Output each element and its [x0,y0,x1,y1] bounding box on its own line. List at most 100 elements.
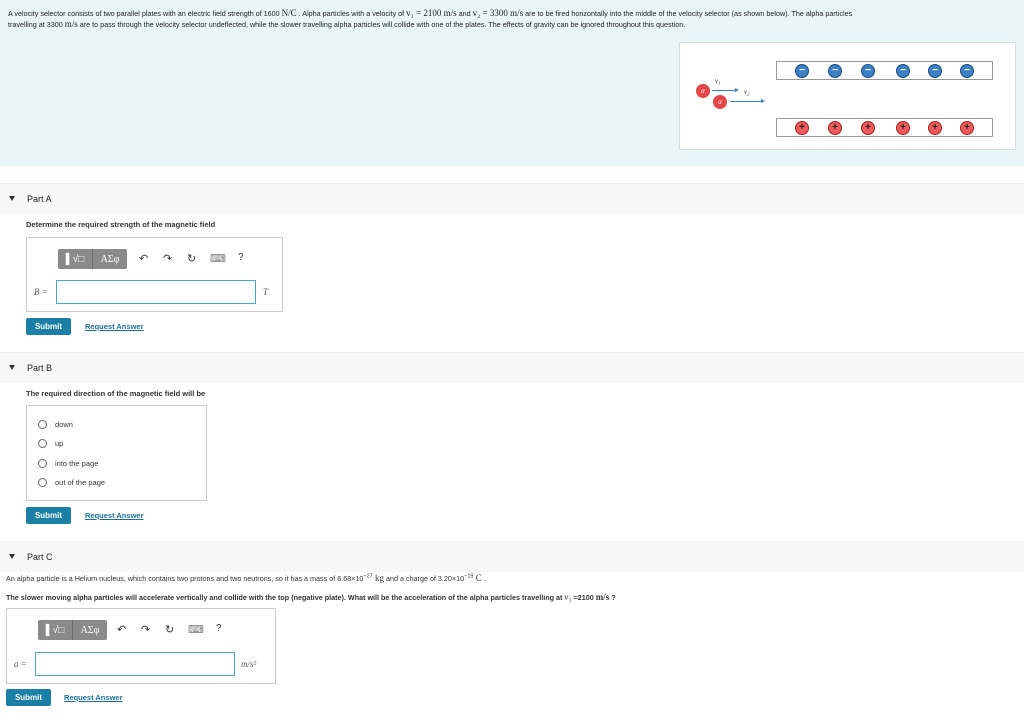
intro-text-part: . Alpha particles with a velocity of [296,9,407,18]
option-label: up [55,438,64,448]
v1-expression: v₁ = 2100 m/s [406,8,457,18]
part-a-request-answer-link[interactable]: Request Answer [85,322,144,331]
part-c-question-text: The slower moving alpha particles will a… [6,593,565,602]
intro-text: A velocity selector consists of two para… [8,8,1018,30]
part-c-answer-editor: ▌√□ ΑΣφ ↶ ↷ ↻ ⌨ ? a = m/s² [6,608,276,684]
problem-intro: A velocity selector consists of two para… [0,0,1024,166]
negative-charge-icon: − [795,64,809,78]
option-down[interactable]: down [38,418,73,430]
keyboard-icon[interactable]: ⌨ [188,623,204,636]
part-c-info-text: . [481,574,486,583]
intro-text-part: and [456,9,473,18]
symbols-button[interactable]: ΑΣφ [93,249,127,269]
templates-button[interactable]: ▌√□ [58,249,93,269]
v1-label: v₁ [715,77,721,85]
negative-charge-icon: − [861,64,875,78]
part-b-title: Part B [27,363,53,373]
part-c-variable-label: a = [14,659,27,669]
option-label: into the page [55,458,99,468]
speed-unit: m/s [595,592,610,602]
v2-arrow-icon [730,99,765,103]
part-b-options: down up into the page out of the page [26,405,207,501]
part-a-submit-button[interactable]: Submit [26,318,71,335]
help-icon[interactable]: ? [238,252,244,263]
part-c-toolbar-buttons: ▌√□ ΑΣφ [38,620,107,640]
keyboard-icon[interactable]: ⌨ [210,252,226,265]
part-a-variable-label: B = [34,287,48,297]
radio-button[interactable] [38,458,47,468]
v2-expression: v₂ = 3300 m/s [472,8,524,18]
radio-button[interactable] [38,419,47,429]
option-out-of-the-page[interactable]: out of the page [38,476,105,488]
part-a-header[interactable]: Part A [0,183,1024,214]
part-c-info-text: and a charge of 3.20×10 [383,574,465,583]
intro-text-part: A velocity selector consists of two para… [8,9,282,18]
redo-icon[interactable]: ↷ [163,252,172,265]
symbols-button[interactable]: ΑΣφ [73,620,107,640]
templates-button[interactable]: ▌√□ [38,620,73,640]
option-into-the-page[interactable]: into the page [38,457,98,469]
positive-charge-icon: + [928,121,942,135]
part-b-question: The required direction of the magnetic f… [26,389,206,398]
option-label: down [55,419,73,429]
radio-button[interactable] [38,438,47,448]
negative-plate: − − − − − − [776,61,993,80]
velocity-selector-figure: − − − − − − + + + + + + α α v₁ v₂ [679,42,1016,150]
undo-icon[interactable]: ↶ [139,252,148,265]
part-c-info-text: An alpha particle is a Helium nucleus, w… [6,574,364,583]
undo-icon[interactable]: ↶ [117,623,126,636]
positive-charge-icon: + [861,121,875,135]
caret-down-icon[interactable] [9,554,15,559]
v1-arrow-icon [712,88,739,92]
alpha-particle-1: α [696,84,710,98]
part-c-answer-input[interactable] [35,652,235,676]
mass-unit: kg [372,573,384,583]
part-c-question: The slower moving alpha particles will a… [6,592,616,602]
part-c-title: Part C [27,552,53,562]
option-label: out of the page [55,477,106,487]
speed-unit: m/s [64,19,78,29]
part-c-submit-button[interactable]: Submit [6,689,51,706]
part-c-header[interactable]: Part C [0,541,1024,572]
caret-down-icon[interactable] [9,365,15,370]
part-c-question-text: =2100 [571,593,596,602]
part-c-info: An alpha particle is a Helium nucleus, w… [6,573,486,583]
v1-symbol: v₁ [564,592,572,602]
part-a-answer-editor: ▌√□ ΑΣφ ↶ ↷ ↻ ⌨ ? B = T [26,237,283,312]
reset-icon[interactable]: ↻ [165,623,174,636]
part-b-request-answer-link[interactable]: Request Answer [85,511,144,520]
field-unit: N/C [281,8,297,18]
alpha-particle-2: α [713,95,727,109]
negative-charge-icon: − [928,64,942,78]
part-a-toolbar-buttons: ▌√□ ΑΣφ [58,249,127,269]
negative-charge-icon: − [896,64,910,78]
negative-charge-icon: − [960,64,974,78]
part-b-submit-button[interactable]: Submit [26,507,71,524]
mass-exponent: −27 [363,573,373,580]
radio-button[interactable] [38,477,47,487]
negative-charge-icon: − [828,64,842,78]
part-c-question-text: ? [609,593,616,602]
part-c-request-answer-link[interactable]: Request Answer [64,693,123,702]
help-icon[interactable]: ? [216,623,222,634]
charge-unit: C [473,573,482,583]
part-c-unit: m/s² [241,659,257,669]
intro-text-part: are to pass through the velocity selecto… [77,20,686,29]
intro-text-part: travelling at 3300 [8,20,65,29]
part-a-unit: T [263,287,269,297]
option-up[interactable]: up [38,437,63,449]
part-a-title: Part A [27,194,52,204]
intro-text-part: are to be fired horizontally into the mi… [523,9,853,18]
part-b-header[interactable]: Part B [0,352,1024,383]
positive-charge-icon: + [896,121,910,135]
part-a-question: Determine the required strength of the m… [26,220,216,229]
v2-label: v₂ [744,88,750,96]
reset-icon[interactable]: ↻ [187,252,196,265]
caret-down-icon[interactable] [9,196,15,201]
redo-icon[interactable]: ↷ [141,623,150,636]
positive-plate: + + + + + + [776,118,993,137]
part-a-answer-input[interactable] [56,280,256,304]
positive-charge-icon: + [795,121,809,135]
positive-charge-icon: + [960,121,974,135]
positive-charge-icon: + [828,121,842,135]
